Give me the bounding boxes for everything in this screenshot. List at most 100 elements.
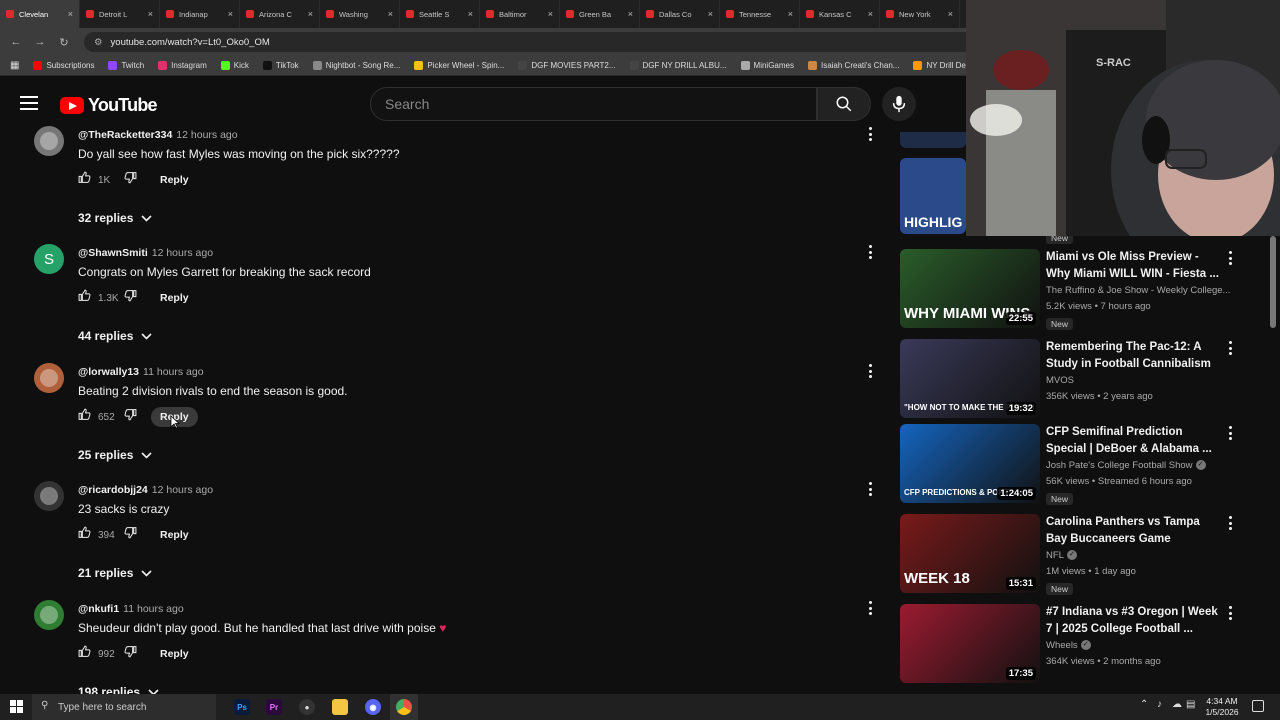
comment-timestamp[interactable]: 12 hours ago (152, 247, 213, 259)
video-card[interactable]: "HOW NOT TO MAKE THE PLAYOFFS"19:32Remem… (900, 339, 1280, 419)
avatar[interactable] (34, 363, 64, 393)
browser-tab[interactable]: Dallas Co × (640, 0, 720, 28)
bookmark-item[interactable]: TikTok (262, 61, 299, 70)
close-tab-icon[interactable]: × (308, 9, 313, 19)
like-icon[interactable] (78, 526, 91, 544)
voice-search-button[interactable] (882, 87, 916, 121)
dislike-icon[interactable] (124, 171, 137, 189)
menu-icon[interactable] (20, 96, 38, 114)
discord-icon[interactable]: ◉ (365, 699, 381, 715)
close-tab-icon[interactable]: × (548, 9, 553, 19)
dislike-icon[interactable] (124, 645, 137, 663)
reply-button[interactable]: Reply (151, 288, 198, 308)
video-thumbnail[interactable]: WHY MIAMI WINS 22:55 (900, 249, 1040, 328)
reload-icon[interactable]: ↻ (56, 36, 72, 49)
close-tab-icon[interactable]: × (948, 9, 953, 19)
comment-more-icon[interactable] (866, 127, 874, 141)
browser-tab[interactable]: Detroit L × (80, 0, 160, 28)
browser-tab[interactable]: Arizona C × (240, 0, 320, 28)
browser-tab[interactable]: Baltimor × (480, 0, 560, 28)
video-more-icon[interactable] (1227, 516, 1233, 530)
site-info-icon[interactable]: ⚙ (94, 37, 103, 48)
browser-tab[interactable]: Green Ba × (560, 0, 640, 28)
video-more-icon[interactable] (1227, 426, 1233, 440)
replies-toggle[interactable]: 25 replies (78, 448, 152, 462)
video-channel[interactable]: MVOS (1046, 375, 1246, 386)
avatar[interactable] (34, 600, 64, 630)
browser-tab[interactable]: Clevelan × (0, 0, 80, 28)
reply-button[interactable]: Reply (151, 170, 198, 190)
avatar[interactable] (34, 126, 64, 156)
comment-more-icon[interactable] (866, 601, 874, 615)
bookmark-item[interactable]: Kick (220, 61, 249, 70)
bookmark-item[interactable]: Instagram (158, 61, 207, 70)
video-card[interactable]: 17:35 #7 Indiana vs #3 Oregon | Week 7 | … (900, 604, 1280, 684)
taskbar-search-input[interactable]: ⚲ Type here to search (32, 694, 216, 720)
comment-timestamp[interactable]: 11 hours ago (143, 366, 204, 378)
comment-username[interactable]: @ricardobjj24 (78, 484, 148, 496)
replies-toggle[interactable]: 44 replies (78, 329, 152, 343)
tray-chevron-icon[interactable]: ⌃ (1140, 699, 1148, 710)
obs-icon[interactable]: ● (299, 699, 315, 715)
video-title[interactable]: #7 Indiana vs #3 Oregon | Week 7 | 2025 … (1046, 604, 1221, 638)
dislike-icon[interactable] (124, 526, 137, 544)
video-more-icon[interactable] (1227, 606, 1233, 620)
comment-username[interactable]: @nkufi1 (78, 603, 119, 615)
bookmark-item[interactable]: MiniGames (740, 61, 794, 70)
bookmark-item[interactable]: DGF NY DRILL ALBU... (629, 61, 727, 70)
browser-tab[interactable]: Seattle S × (400, 0, 480, 28)
video-more-icon[interactable] (1227, 251, 1233, 265)
video-title[interactable]: Remembering The Pac-12: A Study in Footb… (1046, 339, 1221, 373)
video-channel[interactable]: The Ruffino & Joe Show - Weekly College.… (1046, 285, 1246, 296)
comment-more-icon[interactable] (866, 482, 874, 496)
network-tray-icon[interactable]: ▤ (1186, 699, 1195, 710)
video-thumbnail[interactable]: WEEK 18 15:31 (900, 514, 1040, 593)
comment-timestamp[interactable]: 12 hours ago (152, 484, 213, 496)
comment-timestamp[interactable]: 11 hours ago (123, 603, 184, 615)
bookmark-item[interactable]: Nightbot - Song Re... (312, 61, 400, 70)
close-tab-icon[interactable]: × (68, 9, 73, 19)
video-more-icon[interactable] (1227, 341, 1233, 355)
replies-toggle[interactable]: 21 replies (78, 566, 152, 580)
premiere-icon[interactable]: Pr (266, 699, 282, 715)
close-tab-icon[interactable]: × (468, 9, 473, 19)
browser-tab[interactable]: Indianap × (160, 0, 240, 28)
close-tab-icon[interactable]: × (388, 9, 393, 19)
like-icon[interactable] (78, 645, 91, 663)
back-icon[interactable]: ← (8, 36, 24, 48)
microphone-tray-icon[interactable]: ♪ (1157, 699, 1162, 710)
forward-icon[interactable]: → (32, 36, 48, 48)
replies-toggle[interactable]: 198 replies (78, 685, 159, 694)
bookmark-item[interactable]: Isaiah Creati's Chan... (807, 61, 899, 70)
close-tab-icon[interactable]: × (228, 9, 233, 19)
avatar[interactable] (34, 481, 64, 511)
bookmark-item[interactable]: DGF MOVIES PART2... (518, 61, 616, 70)
reply-button[interactable]: Reply (151, 525, 198, 545)
comment-more-icon[interactable] (866, 245, 874, 259)
bookmark-item[interactable]: Picker Wheel - Spin... (414, 61, 504, 70)
video-channel[interactable]: Josh Pate's College Football Show ✓ (1046, 460, 1246, 471)
like-icon[interactable] (78, 408, 91, 426)
browser-tab[interactable]: Tennesse × (720, 0, 800, 28)
close-tab-icon[interactable]: × (868, 9, 873, 19)
windows-start-icon[interactable] (10, 700, 23, 713)
video-channel[interactable]: Wheels ✓ (1046, 640, 1246, 651)
video-thumbnail[interactable]: CFP PREDICTIONS & PORT 1:24:05 (900, 424, 1040, 503)
video-title[interactable]: Miami vs Ole Miss Preview - Why Miami WI… (1046, 249, 1221, 283)
comment-timestamp[interactable]: 12 hours ago (176, 129, 237, 141)
file-explorer-icon[interactable] (332, 699, 348, 715)
video-title[interactable]: Carolina Panthers vs Tampa Bay Buccaneer… (1046, 514, 1221, 548)
replies-toggle[interactable]: 32 replies (78, 211, 152, 225)
comment-username[interactable]: @TheRacketter334 (78, 129, 172, 141)
taskbar-clock[interactable]: 4:34 AM 1/5/2026 (1200, 696, 1244, 718)
avatar[interactable]: S (34, 244, 64, 274)
partial-thumbnail-top[interactable]: HIGHLIG (900, 132, 966, 236)
video-thumbnail[interactable]: "HOW NOT TO MAKE THE PLAYOFFS"19:32 (900, 339, 1040, 418)
photoshop-icon[interactable]: Ps (234, 699, 250, 715)
dislike-icon[interactable] (124, 408, 137, 426)
close-tab-icon[interactable]: × (708, 9, 713, 19)
video-card[interactable]: WHY MIAMI WINS 22:55 Miami vs Ole Miss Pre… (900, 249, 1280, 330)
browser-tab[interactable]: Kansas C × (800, 0, 880, 28)
video-card[interactable]: WEEK 18 15:31 Carolina Panthers vs Tampa B… (900, 514, 1280, 595)
dislike-icon[interactable] (124, 289, 137, 307)
